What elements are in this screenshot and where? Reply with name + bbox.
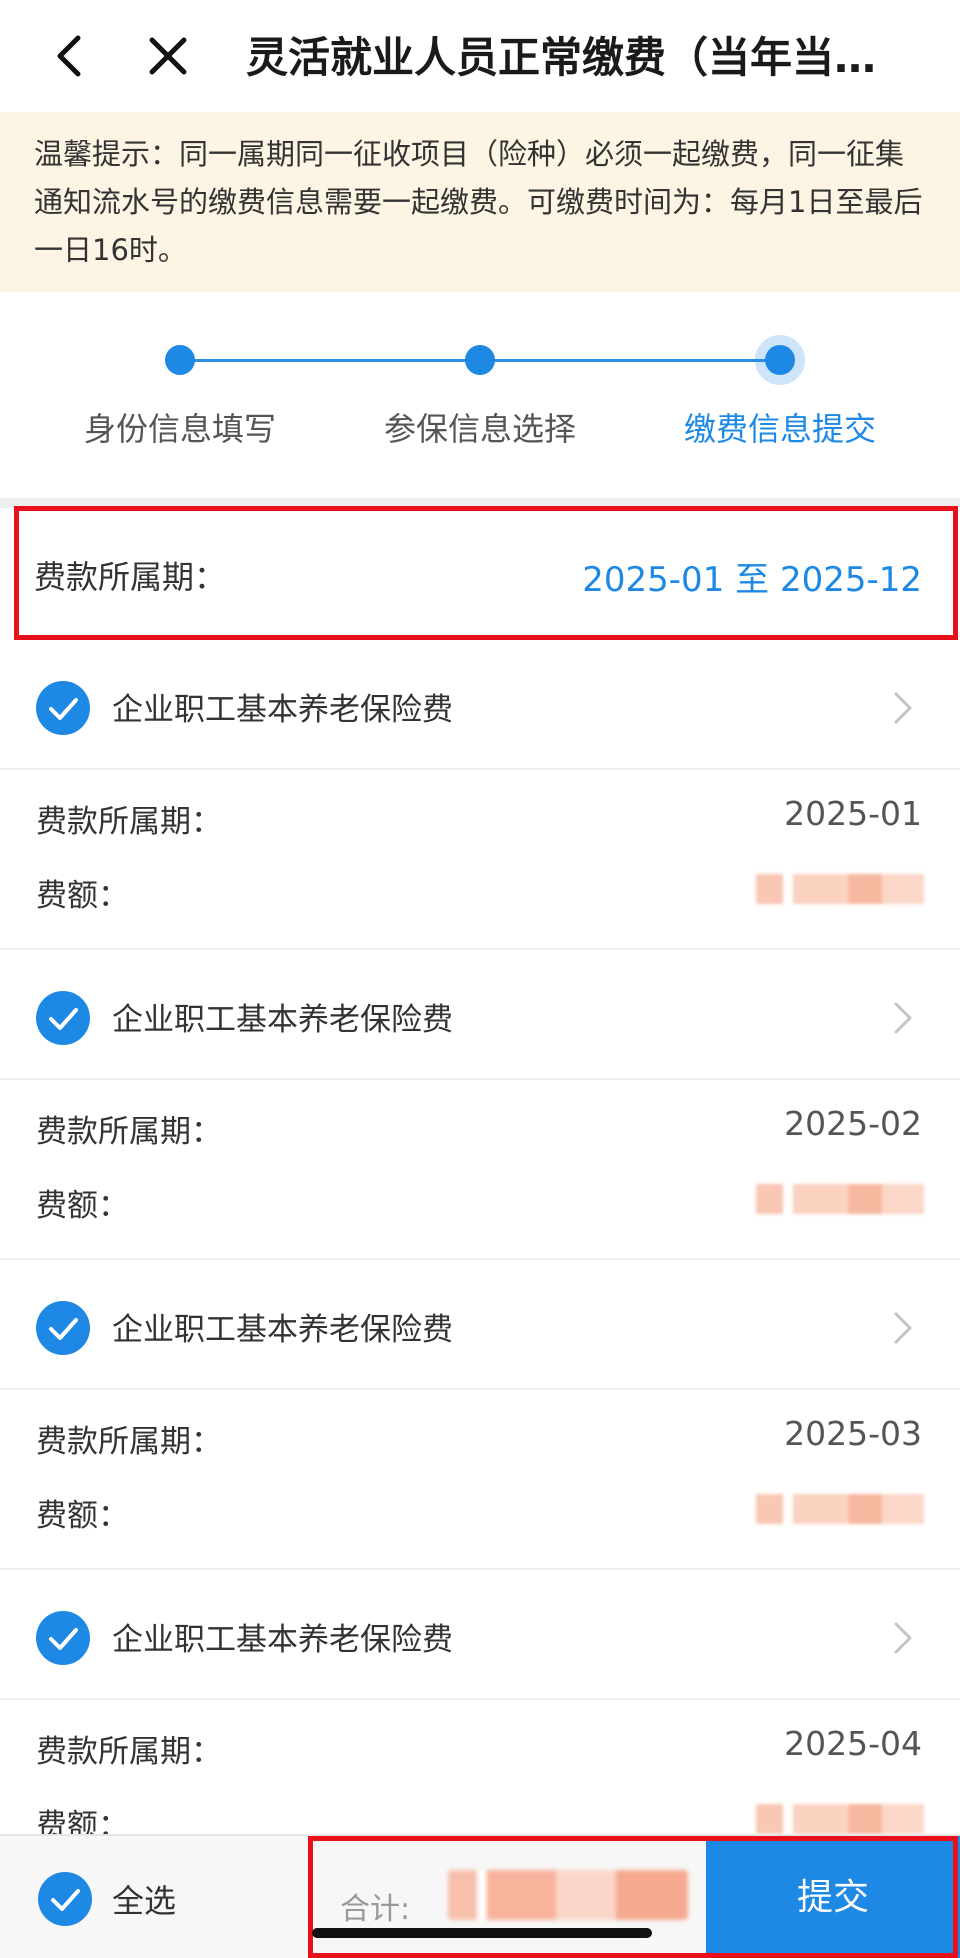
amount-label: 费额：	[36, 1188, 129, 1224]
amount-value-redacted	[756, 874, 924, 904]
period-value: 2025-03	[784, 1414, 922, 1453]
item-title: 企业职工基本养老保险费	[112, 1002, 453, 1038]
step-label-insurance: 参保信息选择	[383, 410, 576, 448]
checkbox-checked-icon[interactable]	[36, 1301, 90, 1355]
chevron-right-icon[interactable]	[888, 1308, 918, 1348]
checkbox-checked-icon[interactable]	[36, 681, 90, 735]
step-label-identity: 身份信息填写	[83, 410, 276, 448]
period-label: 费款所属期：	[36, 1114, 222, 1150]
home-indicator	[312, 1928, 652, 1938]
amount-value-redacted	[756, 1494, 924, 1524]
list-item-head[interactable]: 企业职工基本养老保险费	[0, 640, 960, 770]
navbar: 灵活就业人员正常缴费（当年当…	[0, 0, 960, 112]
period-label: 费款所属期：	[36, 1734, 222, 1770]
period-label: 费款所属期：	[36, 804, 222, 840]
list-item-head[interactable]: 企业职工基本养老保险费	[0, 1570, 960, 1700]
item-title: 企业职工基本养老保险费	[112, 1312, 453, 1348]
period-value: 2025-02	[784, 1104, 922, 1143]
list-item-head[interactable]: 企业职工基本养老保险费	[0, 950, 960, 1080]
checkbox-checked-icon[interactable]	[36, 991, 90, 1045]
page-title: 灵活就业人员正常缴费（当年当…	[246, 33, 877, 82]
select-all-checkbox-icon[interactable]	[38, 1872, 92, 1926]
step-dot-2	[465, 345, 495, 375]
chevron-left-icon[interactable]	[44, 28, 100, 84]
progress-steps: 身份信息填写 参保信息选择 缴费信息提交	[0, 292, 960, 498]
period-value: 2025-04	[784, 1724, 922, 1763]
select-all-label[interactable]: 全选	[112, 1876, 176, 1922]
period-label: 费款所属期：	[36, 1424, 222, 1460]
step-label-payment: 缴费信息提交	[683, 410, 876, 448]
list-item-detail: 费款所属期： 2025-02 费额：	[0, 1080, 960, 1260]
chevron-right-icon[interactable]	[888, 1618, 918, 1658]
amount-label: 费额：	[36, 1498, 129, 1534]
close-icon[interactable]	[140, 28, 196, 84]
notice-banner: 温馨提示：同一属期同一征收项目（险种）必须一起缴费，同一征集通知流水号的缴费信息…	[0, 112, 960, 292]
list-item-detail: 费款所属期： 2025-03 费额：	[0, 1390, 960, 1570]
checkbox-checked-icon[interactable]	[36, 1611, 90, 1665]
list-item-detail: 费款所属期： 2025-01 费额：	[0, 770, 960, 950]
item-title: 企业职工基本养老保险费	[112, 692, 453, 728]
highlight-box-period	[14, 506, 958, 640]
step-dot-1	[165, 345, 195, 375]
list-item-head[interactable]: 企业职工基本养老保险费	[0, 1260, 960, 1390]
period-value: 2025-01	[784, 794, 922, 833]
item-title: 企业职工基本养老保险费	[112, 1622, 453, 1658]
amount-value-redacted	[756, 1184, 924, 1214]
amount-value-redacted	[756, 1804, 924, 1834]
highlight-box-footer	[308, 1836, 958, 1958]
step-dot-3	[765, 345, 795, 375]
amount-label: 费额：	[36, 878, 129, 914]
chevron-right-icon[interactable]	[888, 998, 918, 1038]
chevron-right-icon[interactable]	[888, 688, 918, 728]
